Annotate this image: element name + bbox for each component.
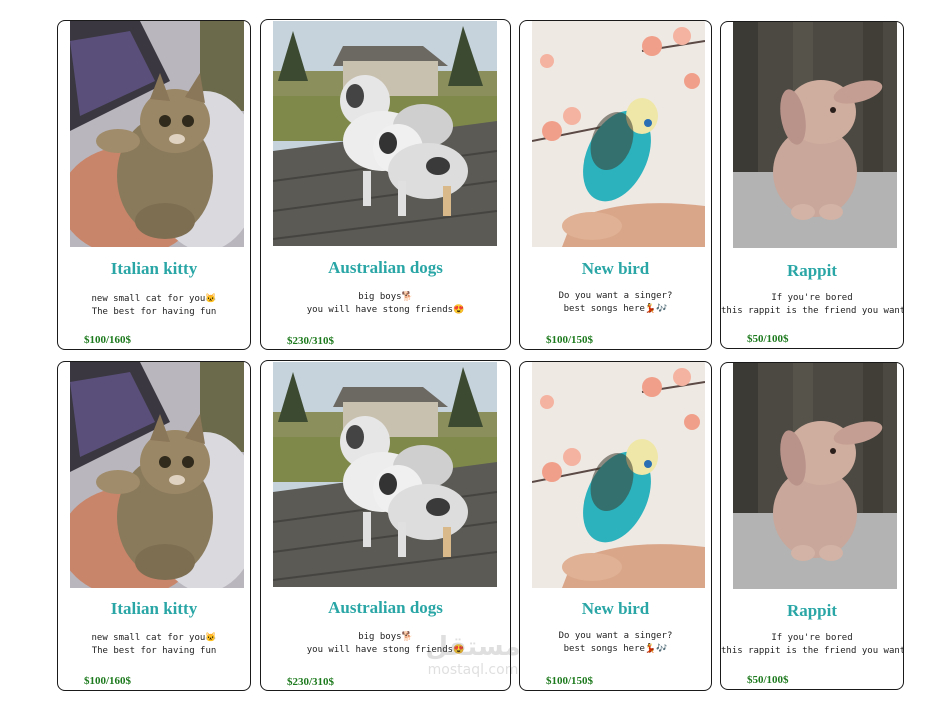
description-line-2: you will have stong friends😍 (306, 304, 465, 315)
description-line-1: new small cat for you🐱 (91, 633, 217, 643)
product-title: Australian dogs (328, 598, 443, 617)
description-line-1: Do you want a singer? (558, 291, 673, 301)
description-line-1: If you're bored (771, 293, 853, 303)
cat-photo (70, 21, 244, 247)
description-line-1: big boys🐕 (358, 632, 413, 642)
product-title: Italian kitty (110, 259, 198, 278)
product-title: Italian kitty (110, 599, 198, 618)
product-description: big boys🐕 you will have stong friends😍 (261, 291, 510, 316)
bird-photo (532, 362, 705, 588)
rabbit-photo (733, 22, 897, 248)
product-description: Do you want a singer? best songs here💃🎶 (520, 290, 711, 315)
product-price: $50/100$ (747, 674, 789, 686)
product-description: new small cat for you🐱 The best for havi… (58, 632, 250, 657)
product-card-new-bird[interactable]: New bird Do you want a singer? best song… (519, 20, 712, 350)
product-price: $100/150$ (546, 675, 594, 687)
product-price: $230/310$ (287, 676, 335, 688)
product-card-italian-kitty[interactable]: Italian kitty new small cat for you🐱 The… (57, 361, 251, 691)
description-line-2: The best for having fun (91, 306, 217, 317)
dogs-photo (273, 362, 497, 587)
product-price: $230/310$ (287, 335, 335, 347)
dogs-photo (273, 21, 497, 246)
rabbit-photo (733, 363, 897, 589)
product-title: Rappit (786, 601, 838, 620)
description-line-1: If you're bored (771, 633, 853, 643)
product-price: $50/100$ (747, 333, 789, 345)
product-card-new-bird[interactable]: New bird Do you want a singer? best song… (519, 361, 712, 691)
product-title: Australian dogs (328, 258, 443, 277)
description-line-2: best songs here💃🎶 (563, 303, 668, 314)
description-line-2: The best for having fun (91, 645, 217, 656)
description-line-1: new small cat for you🐱 (91, 294, 217, 304)
description-line-2: best songs here💃🎶 (563, 643, 668, 654)
product-card-rappit[interactable]: Rappit If you're bored this rappit is th… (720, 21, 904, 349)
product-description: new small cat for you🐱 The best for havi… (58, 293, 250, 318)
cat-photo (70, 362, 244, 588)
product-price: $100/160$ (84, 675, 132, 687)
product-card-australian-dogs[interactable]: Australian dogs big boys🐕 you will have … (260, 19, 511, 350)
description-line-2: this rappit is the friend you want (721, 305, 904, 316)
product-description: Do you want a singer? best songs here💃🎶 (520, 630, 711, 655)
product-description: If you're bored this rappit is the frien… (721, 632, 903, 657)
product-description: big boys🐕 you will have stong friends😍 (261, 631, 510, 656)
description-line-2: you will have stong friends😍 (306, 644, 465, 655)
product-price: $100/160$ (84, 334, 132, 346)
description-line-1: big boys🐕 (358, 292, 413, 302)
product-title: New bird (581, 259, 650, 278)
description-line-1: Do you want a singer? (558, 631, 673, 641)
product-card-australian-dogs[interactable]: Australian dogs big boys🐕 you will have … (260, 360, 511, 691)
product-description: If you're bored this rappit is the frien… (721, 292, 903, 317)
product-card-italian-kitty[interactable]: Italian kitty new small cat for you🐱 The… (57, 20, 251, 350)
product-card-rappit[interactable]: Rappit If you're bored this rappit is th… (720, 362, 904, 690)
bird-photo (532, 21, 705, 247)
description-line-2: this rappit is the friend you want (721, 645, 904, 656)
product-title: New bird (581, 599, 650, 618)
product-title: Rappit (786, 261, 838, 280)
product-price: $100/150$ (546, 334, 594, 346)
